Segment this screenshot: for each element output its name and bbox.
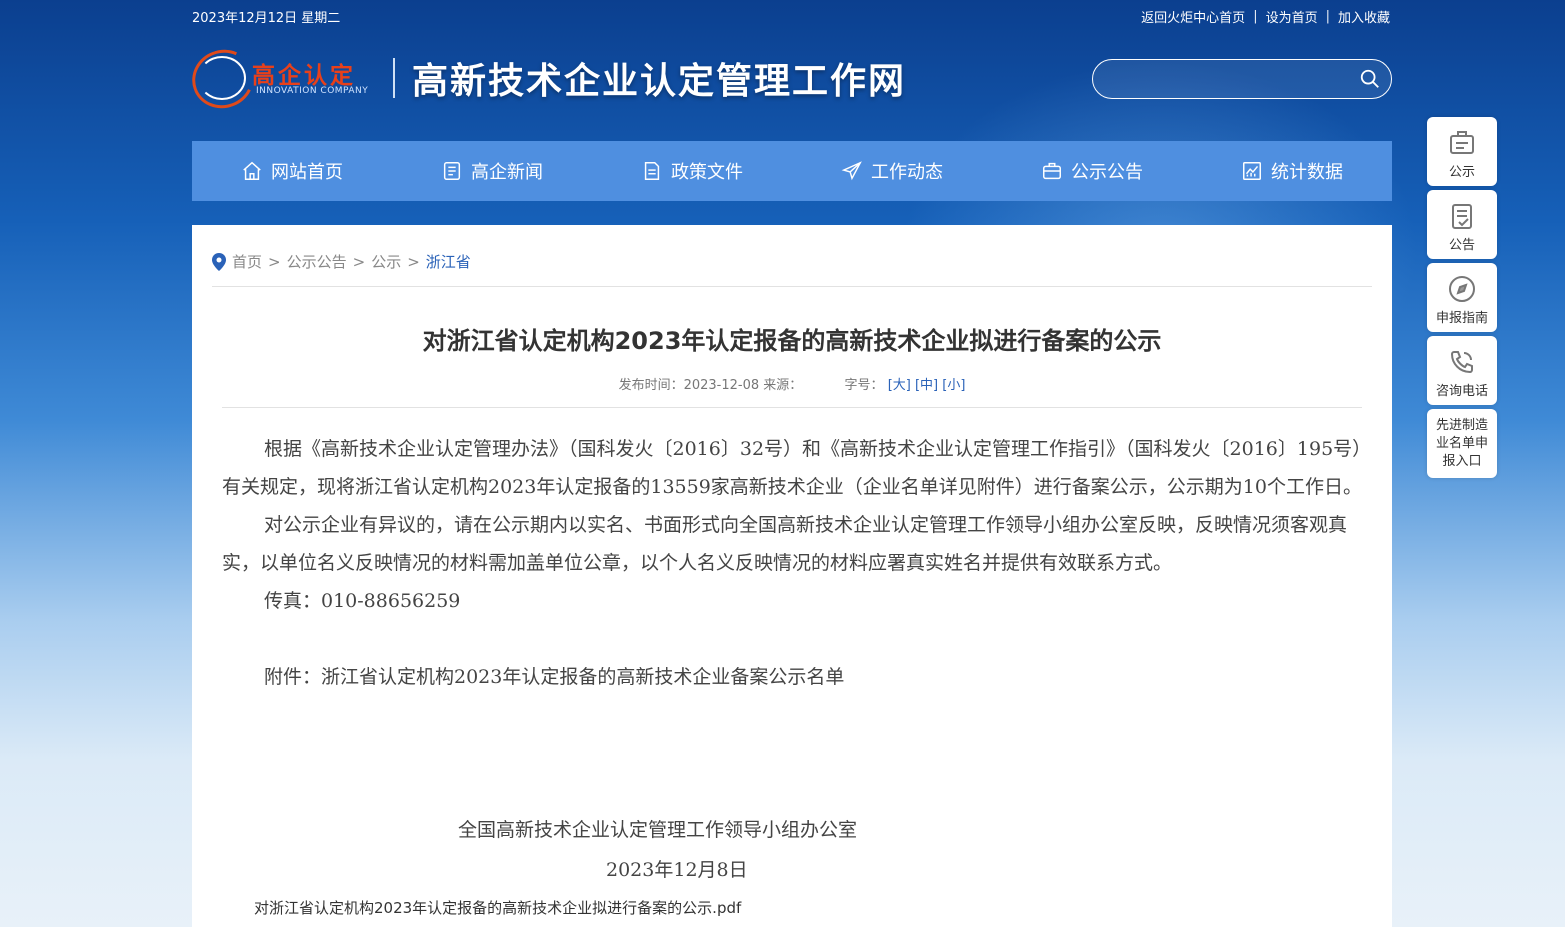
article-panel: 首页 > 公示公告 > 公示 > 浙江省 对浙江省认定机构2023年认定报备的高… (192, 225, 1392, 927)
breadcrumb-separator: > (407, 252, 420, 271)
side-notice-button[interactable]: 公示 (1427, 117, 1497, 186)
article-body: 根据《高新技术企业认定管理办法》（国科发火〔2016〕32号）和《高新技术企业认… (222, 430, 1362, 696)
compass-icon (1449, 276, 1475, 302)
logo-divider (393, 58, 395, 98)
nav-label: 统计数据 (1271, 162, 1343, 183)
nav-item-policy[interactable]: 政策文件 (592, 141, 792, 201)
side-label: 申报指南 (1435, 311, 1488, 326)
breadcrumb: 首页 > 公示公告 > 公示 > 浙江省 (212, 251, 471, 272)
chart-icon (1243, 162, 1261, 180)
top-bar: 2023年12月12日 星期二 返回火炬中心首页 | 设为首页 | 加入收藏 (192, 6, 1392, 28)
article-meta: 发布时间：2023-12-08 来源： 字号： [大] [中] [小] (192, 374, 1392, 393)
divider (222, 407, 1362, 408)
breadcrumb-separator: > (268, 252, 281, 271)
breadcrumb-current[interactable]: 浙江省 (426, 251, 471, 272)
notice-board-icon (1450, 131, 1474, 154)
side-phone-button[interactable]: 咨询电话 (1427, 336, 1497, 405)
torch-center-home-link[interactable]: 返回火炬中心首页 (1141, 7, 1245, 26)
separator: | (1325, 9, 1330, 24)
separator: | (1253, 9, 1258, 24)
paragraph-2: 对公示企业有异议的，请在公示期内以实名、书面形式向全国高新技术企业认定管理工作领… (222, 514, 1348, 574)
nav-label: 公示公告 (1071, 162, 1143, 183)
side-label: 先进制造业名单申报入口 (1435, 417, 1488, 469)
logo-en-text: INNOVATION COMPANY (256, 86, 369, 96)
site-title: 高新技术企业认定管理工作网 (412, 60, 907, 102)
location-pin-icon (212, 252, 226, 271)
side-label: 公示 (1448, 165, 1475, 180)
side-label: 公告 (1448, 238, 1475, 253)
nav-item-news[interactable]: 高企新闻 (392, 141, 592, 201)
current-date: 2023年12月12日 星期二 (192, 11, 341, 26)
home-icon (243, 161, 261, 180)
font-size-label: 字号： (844, 378, 884, 393)
briefcase-icon (1043, 162, 1061, 180)
logo-ring-inner (198, 56, 246, 100)
site-logo[interactable]: 高企认定 INNOVATION COMPANY (183, 41, 382, 117)
nav-item-home[interactable]: 网站首页 (192, 141, 392, 201)
publish-info: 发布时间：2023-12-08 来源： (618, 378, 803, 393)
main-nav: 网站首页 高企新闻 政策文件 工作动态 公示公告 统计数据 (192, 141, 1392, 201)
phone-icon (1450, 351, 1473, 374)
signature-office: 全国高新技术企业认定管理工作领导小组办公室 (458, 819, 858, 841)
search-input[interactable] (1109, 66, 1353, 92)
document-icon (644, 162, 660, 180)
fax-line: 传真：010-88656259 (264, 590, 461, 612)
font-size-control: 字号： [大] [中] [小] (845, 378, 966, 393)
font-size-medium[interactable]: [中] (915, 378, 938, 393)
logo-cn-text: 高企认定 (252, 62, 356, 89)
font-size-large[interactable]: [大] (888, 378, 911, 393)
search-box (1092, 59, 1392, 99)
nav-item-announcements[interactable]: 公示公告 (992, 141, 1192, 201)
search-icon[interactable] (1359, 68, 1381, 90)
divider (212, 286, 1372, 287)
nav-label: 高企新闻 (471, 162, 543, 183)
add-favorite-link[interactable]: 加入收藏 (1338, 7, 1390, 26)
side-manufacturing-entry-button[interactable]: 先进制造业名单申报入口 (1427, 409, 1497, 478)
breadcrumb-home[interactable]: 首页 (232, 251, 262, 272)
clipboard-icon (1452, 204, 1472, 229)
news-icon (443, 162, 461, 180)
breadcrumb-notice[interactable]: 公示 (371, 251, 401, 272)
set-homepage-link[interactable]: 设为首页 (1266, 7, 1318, 26)
font-size-small[interactable]: [小] (942, 378, 965, 393)
article-title: 对浙江省认定机构2023年认定报备的高新技术企业拟进行备案的公示 (422, 327, 1162, 355)
side-announcement-button[interactable]: 公告 (1427, 190, 1497, 259)
attachment-line: 附件：浙江省认定机构2023年认定报备的高新技术企业备案公示名单 (264, 666, 845, 688)
pdf-attachment-link[interactable]: 对浙江省认定机构2023年认定报备的高新技术企业拟进行备案的公示.pdf (254, 897, 741, 918)
nav-label: 工作动态 (871, 162, 943, 183)
nav-label: 政策文件 (671, 162, 743, 183)
nav-item-statistics[interactable]: 统计数据 (1192, 141, 1392, 201)
top-links: 返回火炬中心首页 | 设为首页 | 加入收藏 (1141, 7, 1390, 26)
side-label: 咨询电话 (1435, 384, 1488, 399)
breadcrumb-separator: > (352, 252, 366, 271)
breadcrumb-announcements[interactable]: 公示公告 (287, 251, 347, 272)
side-guide-button[interactable]: 申报指南 (1427, 263, 1497, 332)
send-icon (841, 161, 862, 181)
nav-item-work[interactable]: 工作动态 (792, 141, 992, 201)
signature-date: 2023年12月8日 (606, 859, 748, 881)
nav-label: 网站首页 (271, 162, 343, 183)
paragraph-1: 根据《高新技术企业认定管理办法》（国科发火〔2016〕32号）和《高新技术企业认… (222, 438, 1362, 498)
